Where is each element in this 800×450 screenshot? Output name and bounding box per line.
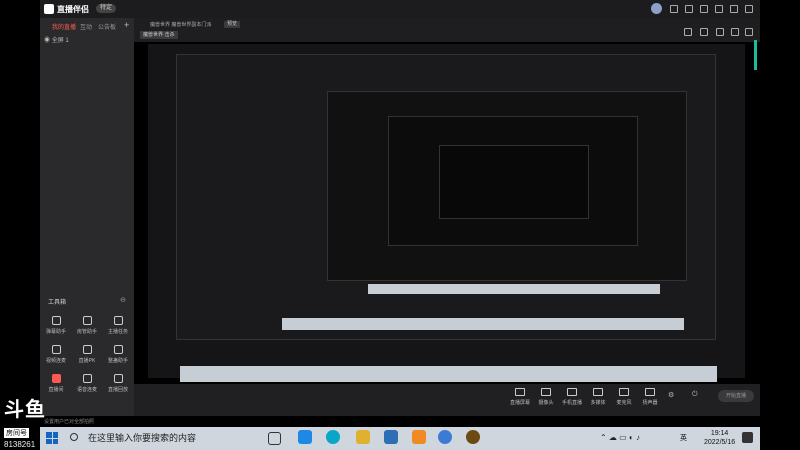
bell-icon[interactable] bbox=[731, 28, 739, 36]
screen-icon bbox=[515, 388, 525, 396]
share-icon[interactable] bbox=[745, 28, 753, 36]
nested-taskbar bbox=[180, 366, 717, 382]
stream-title: 魔兽世界 魔兽世界副本门派 bbox=[150, 22, 212, 28]
browser-icon[interactable] bbox=[326, 430, 340, 444]
app-glasses-icon[interactable] bbox=[356, 430, 370, 444]
nested-screen bbox=[176, 54, 716, 340]
mic-button[interactable]: 麦克风 bbox=[610, 388, 638, 406]
voice-link-icon bbox=[82, 374, 92, 383]
start-live-button[interactable]: 开始直播 bbox=[718, 390, 754, 402]
tab-bulletin[interactable]: 公告板 bbox=[98, 22, 116, 31]
avatar[interactable] bbox=[651, 3, 662, 14]
input-language[interactable]: 英 bbox=[680, 433, 687, 443]
tray-icons[interactable]: ⌃ ☁ ▭ ◐ ♪ bbox=[600, 433, 640, 442]
phone-icon bbox=[567, 388, 577, 396]
douyu-app-icon[interactable] bbox=[412, 430, 426, 444]
logo-icon bbox=[44, 4, 54, 14]
tool-video-link[interactable]: 视频连麦 bbox=[43, 345, 69, 364]
preview-badge[interactable]: 预览 bbox=[224, 21, 241, 28]
speaker-button[interactable]: 扬声器 bbox=[636, 388, 664, 406]
app-name: 直播伴侣 bbox=[57, 4, 89, 14]
tool-prank[interactable]: 整蛊助手 bbox=[105, 345, 131, 364]
watermark-brand: 斗鱼 bbox=[4, 397, 46, 421]
scene-label: 全屏 1 bbox=[51, 38, 69, 44]
clock[interactable]: 19:14 2022/5/16 bbox=[704, 429, 735, 447]
windows-start-icon[interactable] bbox=[46, 432, 58, 444]
tool-live-room[interactable]: 直播间 bbox=[43, 374, 69, 393]
power-icon[interactable]: ⏻ bbox=[692, 391, 698, 399]
grid-icon[interactable] bbox=[700, 28, 708, 36]
settings-icon[interactable] bbox=[685, 5, 693, 13]
scrollbar[interactable] bbox=[754, 40, 757, 70]
media-icon bbox=[593, 388, 603, 396]
clock-time: 19:14 bbox=[710, 430, 729, 437]
notification-icon[interactable] bbox=[742, 432, 753, 443]
tab-my-live[interactable]: 我的直播 bbox=[52, 22, 76, 31]
tool-pk[interactable]: 直播PK bbox=[74, 345, 100, 364]
media-button[interactable]: 多媒体 bbox=[584, 388, 612, 406]
store-icon[interactable] bbox=[384, 430, 398, 444]
tool-task[interactable]: 主播任务 bbox=[105, 316, 131, 335]
camera-button[interactable]: 摄像头 bbox=[532, 388, 560, 406]
bottom-toolbar bbox=[134, 384, 760, 416]
skin-icon[interactable] bbox=[670, 5, 678, 13]
phone-button[interactable]: 手机直播 bbox=[558, 388, 586, 406]
status-line: 设置用户已对全部拍照 bbox=[44, 419, 95, 425]
search-icon[interactable] bbox=[70, 433, 78, 441]
close-icon[interactable] bbox=[745, 5, 753, 13]
scene-chip[interactable]: 魔兽世界·击杀 bbox=[140, 31, 178, 39]
clock-date: 2022/5/16 bbox=[704, 439, 736, 446]
danmaku-icon bbox=[51, 316, 61, 325]
maximize-icon[interactable] bbox=[730, 5, 738, 13]
admin-icon bbox=[82, 316, 92, 325]
live-room-icon bbox=[51, 374, 61, 383]
gear-icon[interactable]: ⚙ bbox=[668, 391, 674, 399]
tab-interact[interactable]: 互动 bbox=[80, 22, 92, 31]
wow-icon[interactable] bbox=[466, 430, 480, 444]
task-icon bbox=[113, 316, 123, 325]
tool-replay[interactable]: 直播回放 bbox=[105, 374, 131, 393]
scene-item[interactable]: ◉ 全屏 1 bbox=[44, 35, 69, 44]
prank-icon bbox=[113, 345, 123, 354]
screen-button[interactable]: 直播屏幕 bbox=[506, 388, 534, 406]
minimize-icon[interactable] bbox=[715, 5, 723, 13]
nested-taskbar bbox=[282, 318, 684, 330]
speaker-icon bbox=[645, 388, 655, 396]
nested-screen bbox=[439, 145, 589, 219]
tool-voice-link[interactable]: 语音连麦 bbox=[74, 374, 100, 393]
camera-icon bbox=[541, 388, 551, 396]
mail-icon[interactable] bbox=[716, 28, 724, 36]
menu-icon[interactable] bbox=[700, 5, 708, 13]
task-view-icon[interactable] bbox=[268, 432, 281, 445]
tool-admin[interactable]: 房管助手 bbox=[74, 316, 100, 335]
tools-title: 工具箱 bbox=[48, 300, 67, 306]
edge-icon[interactable] bbox=[298, 430, 312, 444]
mic-icon bbox=[619, 388, 629, 396]
replay-icon bbox=[113, 374, 123, 383]
watermark-sub: 房间号 bbox=[4, 428, 29, 438]
video-link-icon bbox=[51, 345, 61, 354]
taskbar-search-input[interactable]: 在这里输入你要搜索的内容 bbox=[88, 431, 196, 444]
pk-icon bbox=[82, 345, 92, 354]
nested-screen bbox=[327, 91, 687, 281]
nested-screen bbox=[388, 116, 638, 246]
add-icon[interactable]: + bbox=[124, 20, 129, 30]
tool-danmaku[interactable]: 弹幕助手 bbox=[43, 316, 69, 335]
collapse-icon[interactable]: ⊖ bbox=[120, 296, 126, 304]
bnet-icon[interactable] bbox=[438, 430, 452, 444]
version-badge[interactable]: 特定 bbox=[96, 4, 117, 13]
nested-taskbar bbox=[368, 284, 660, 294]
layout-icon[interactable] bbox=[684, 28, 692, 36]
eye-icon[interactable]: ◉ bbox=[44, 38, 50, 44]
